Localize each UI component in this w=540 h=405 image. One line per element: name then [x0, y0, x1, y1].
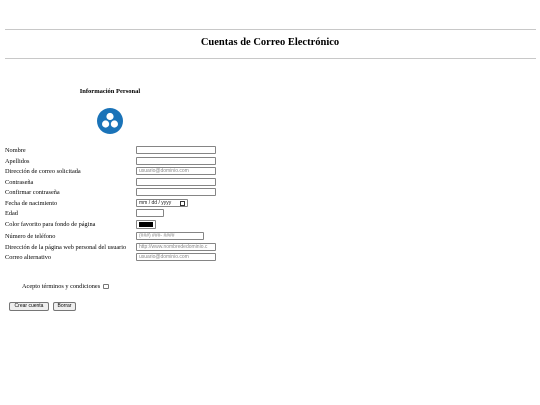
terms-label: Acepto términos y condiciones	[22, 283, 101, 290]
birthdate-placeholder: mm / dd / yyyy	[139, 199, 172, 206]
form-row-fecha: Fecha de nacimiento mm / dd / yyyy	[5, 198, 245, 209]
label-fecha: Fecha de nacimiento	[5, 199, 58, 207]
confirm-password-input[interactable]	[136, 188, 216, 196]
terms-checkbox[interactable]	[103, 283, 109, 289]
page-title: Cuentas de Correo Electrónico	[200, 37, 340, 48]
form-row-web: Dirección de la página web personal del …	[5, 242, 245, 253]
form-row-edad: Edad	[5, 209, 245, 219]
phone-input[interactable]: (###) ###- ####	[136, 232, 204, 240]
label-color: Color favorito para fondo de página	[5, 221, 96, 228]
nombre-input[interactable]	[136, 146, 216, 154]
website-input[interactable]: http://www.nombrededominio.c	[136, 242, 216, 251]
label-apellidos: Apellidos	[5, 157, 30, 165]
reset-button[interactable]: Borrar	[53, 302, 76, 311]
calendar-icon[interactable]	[180, 200, 185, 206]
form-row-contrasena: Contraseña	[5, 177, 245, 188]
label-telefono: Número de teléfono	[5, 233, 56, 240]
bottom-divider	[5, 58, 536, 59]
user-group-icon	[97, 108, 123, 134]
color-swatch	[139, 222, 153, 227]
color-picker[interactable]	[136, 220, 156, 229]
alternate-email-input[interactable]: usuario@dominio.com	[136, 253, 216, 261]
terms-row: Acepto términos y condiciones	[22, 283, 109, 290]
label-edad: Edad	[5, 210, 18, 217]
age-input[interactable]	[136, 209, 164, 217]
form-row-color: Color favorito para fondo de página	[5, 220, 245, 230]
label-confirmar: Confirmar contraseña	[5, 189, 60, 196]
create-account-button[interactable]: Crear cuenta	[9, 302, 49, 311]
section-title: Información Personal	[79, 88, 141, 95]
label-web: Dirección de la página web personal del …	[5, 243, 127, 251]
form-row-correo: Dirección de correo solicitada usuario@d…	[5, 167, 245, 177]
form-row-nombre: Nombre	[5, 146, 245, 156]
label-nombre: Nombre	[5, 147, 26, 154]
password-input[interactable]	[136, 177, 216, 186]
top-divider	[5, 29, 536, 30]
apellidos-input[interactable]	[136, 156, 216, 165]
form-row-apellidos: Apellidos	[5, 156, 245, 167]
birthdate-input[interactable]: mm / dd / yyyy	[136, 198, 188, 207]
email-input[interactable]: usuario@dominio.com	[136, 167, 216, 175]
form-row-telefono: Número de teléfono (###) ###- ####	[5, 232, 245, 242]
form-row-alternativo: Correo alternativo usuario@dominio.com	[5, 253, 245, 263]
form-row-confirmar: Confirmar contraseña	[5, 188, 245, 198]
label-alternativo: Correo alternativo	[5, 254, 51, 261]
label-correo: Dirección de correo solicitada	[5, 168, 81, 175]
label-contrasena: Contraseña	[5, 178, 34, 186]
